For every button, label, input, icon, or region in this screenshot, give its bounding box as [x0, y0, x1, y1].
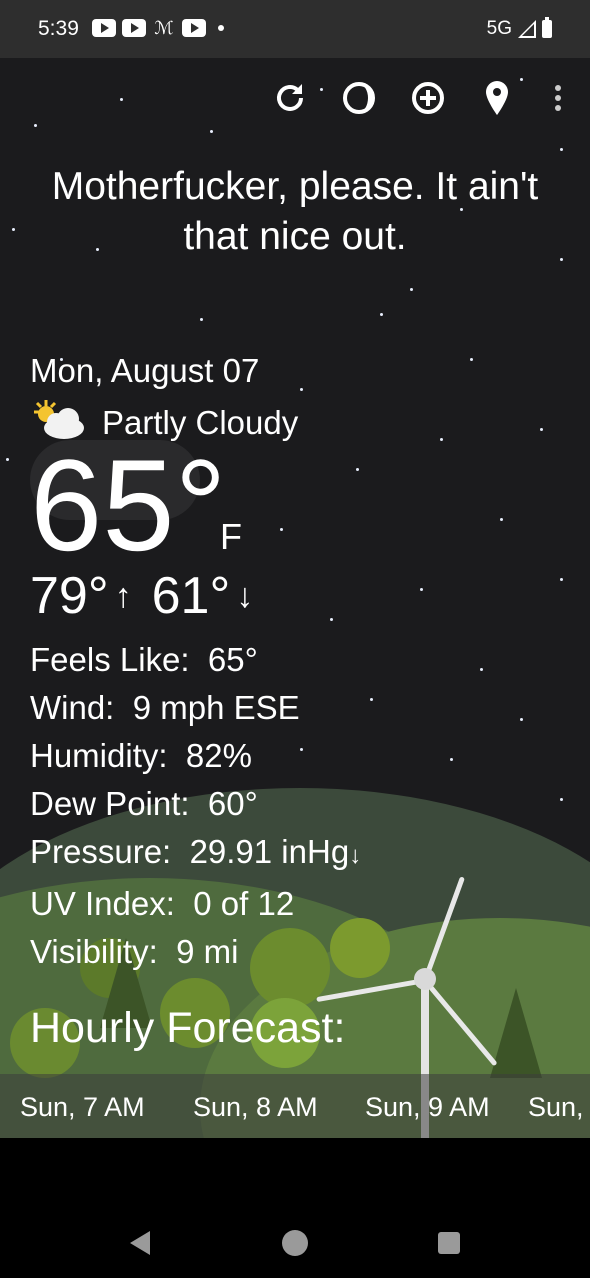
back-icon[interactable] — [130, 1231, 150, 1255]
youtube-icon — [182, 19, 206, 37]
gmail-icon: ℳ — [154, 17, 174, 38]
uv-label: UV Index: — [30, 885, 175, 922]
status-bar: 5:39 ℳ 5G — [0, 0, 590, 58]
arrow-up-icon: ↑ — [114, 576, 132, 615]
hourly-forecast-strip[interactable]: Sun, 7 AM Sun, 8 AM Sun, 9 AM Sun, — [0, 1074, 590, 1138]
status-time: 5:39 — [38, 17, 79, 40]
uv-value: 0 of 12 — [193, 885, 295, 922]
feels-like-value: 65° — [207, 641, 258, 678]
low-temp: 61° — [151, 567, 231, 625]
dew-point-value: 60° — [207, 785, 258, 822]
high-low: 79° ↑ 61° ↓ — [30, 566, 253, 626]
hourly-forecast-title: Hourly Forecast: — [30, 1004, 346, 1052]
system-nav-bar — [0, 1138, 590, 1278]
youtube-icon — [122, 19, 146, 37]
hour-item[interactable]: Sun, — [528, 1092, 584, 1123]
date-label: Mon, August 07 — [30, 352, 260, 389]
dew-point-row: Dew Point: 60° — [30, 780, 361, 828]
hour-item[interactable]: Sun, 7 AM — [20, 1092, 145, 1123]
hour-item[interactable]: Sun, 9 AM — [365, 1092, 490, 1123]
weather-details: Feels Like: 65° Wind: 9 mph ESE Humidity… — [30, 636, 361, 976]
more-vert-icon[interactable] — [538, 78, 578, 118]
dew-point-label: Dew Point: — [30, 785, 190, 822]
humidity-label: Humidity: — [30, 737, 168, 774]
wind-turbine-hub — [414, 968, 436, 990]
high-temp: 79° — [30, 567, 109, 625]
wind-row: Wind: 9 mph ESE — [30, 684, 361, 732]
uv-row: UV Index: 0 of 12 — [30, 880, 361, 928]
temp-unit: F — [220, 516, 242, 557]
add-location-icon[interactable] — [408, 78, 448, 118]
status-right: 5G — [486, 17, 552, 40]
battery-icon — [542, 17, 552, 38]
pressure-value: 29.91 inHg — [189, 833, 350, 870]
signal-icon — [518, 20, 536, 38]
wind-label: Wind: — [30, 689, 115, 726]
current-temp: 65° — [30, 432, 227, 578]
feels-like-row: Feels Like: 65° — [30, 636, 361, 684]
visibility-label: Visibility: — [30, 933, 158, 970]
recents-icon[interactable] — [438, 1232, 460, 1254]
notification-icons: ℳ — [92, 17, 224, 38]
toolbar — [0, 78, 590, 122]
hour-item[interactable]: Sun, 8 AM — [193, 1092, 318, 1123]
feels-like-label: Feels Like: — [30, 641, 190, 678]
pine-tree — [490, 988, 542, 1078]
visibility-row: Visibility: 9 mi — [30, 928, 361, 976]
youtube-icon — [92, 19, 116, 37]
arrow-down-icon: ↓ — [236, 576, 254, 615]
humidity-value: 82% — [185, 737, 252, 774]
humidity-row: Humidity: 82% — [30, 732, 361, 780]
weather-quote: Motherfucker, please. It ain't that nice… — [51, 165, 539, 258]
dot-icon — [218, 25, 224, 31]
theme-icon[interactable] — [339, 78, 379, 118]
home-icon[interactable] — [282, 1230, 308, 1256]
pressure-label: Pressure: — [30, 833, 172, 870]
location-pin-icon[interactable] — [477, 78, 517, 118]
pressure-falling-icon: ↓ — [349, 842, 362, 869]
network-label: 5G — [486, 18, 512, 39]
pressure-row: Pressure: 29.91 inHg↓ — [30, 828, 361, 880]
wind-value: 9 mph ESE — [132, 689, 300, 726]
visibility-value: 9 mi — [176, 933, 239, 970]
refresh-icon[interactable] — [270, 78, 310, 118]
